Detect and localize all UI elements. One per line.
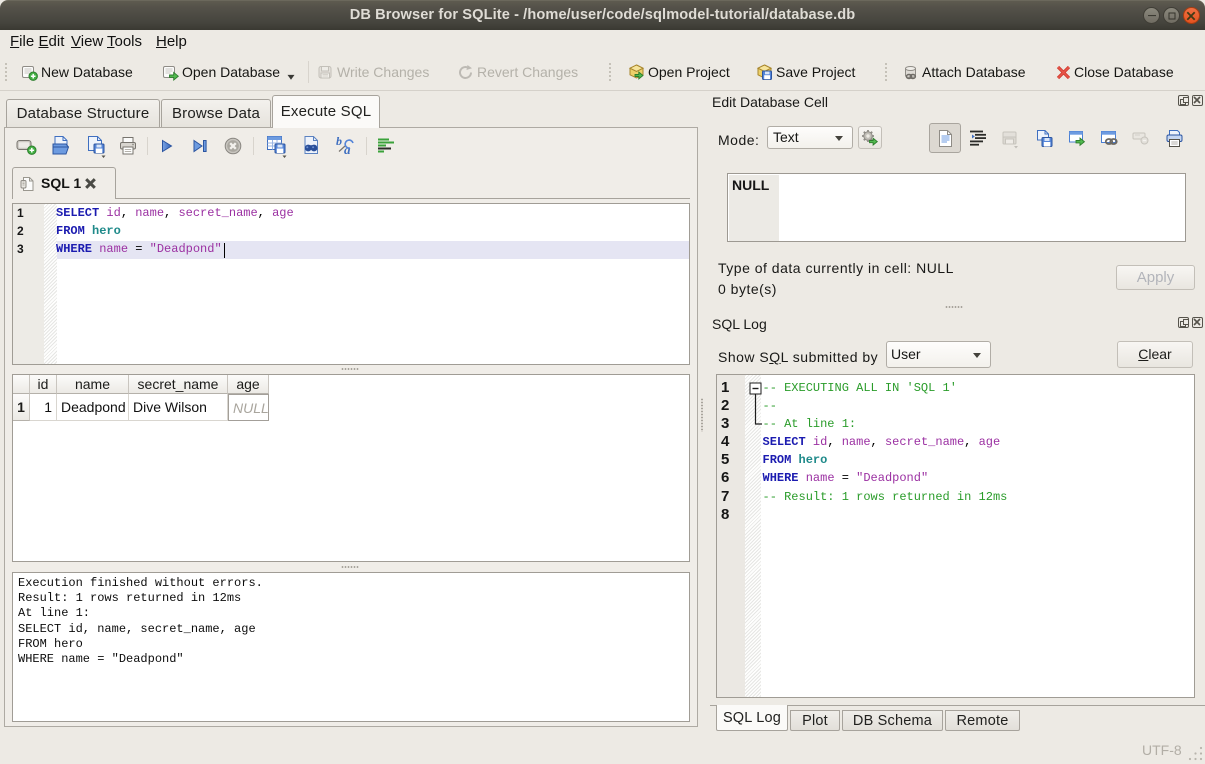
svg-text:b: b <box>336 135 342 148</box>
